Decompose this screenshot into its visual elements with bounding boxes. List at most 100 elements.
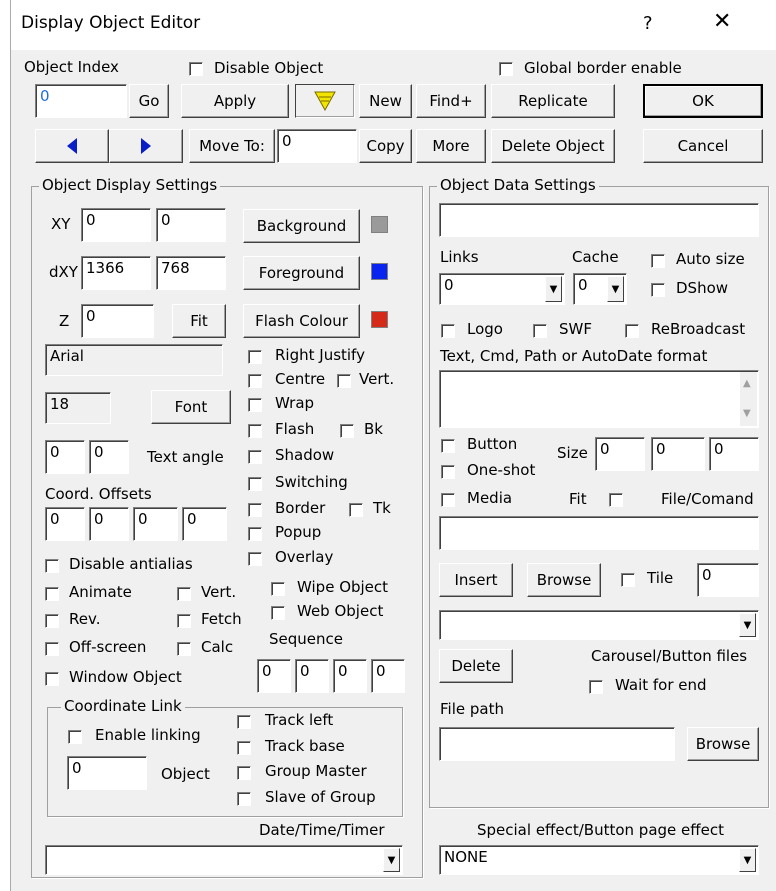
size-3-input[interactable]: 0	[709, 437, 759, 471]
dshow-checkbox[interactable]	[651, 283, 665, 297]
offset-1-input[interactable]: 0	[45, 507, 85, 541]
z-input[interactable]: 0	[81, 304, 154, 338]
overlay-checkbox[interactable]	[248, 552, 262, 566]
swf-checkbox[interactable]	[533, 324, 547, 338]
global-border-checkbox[interactable]	[499, 62, 513, 76]
flash-checkbox[interactable]	[248, 424, 262, 438]
tk-checkbox[interactable]	[349, 503, 363, 517]
sequence-4-input[interactable]: 0	[371, 659, 405, 693]
help-button[interactable]: ?	[643, 13, 653, 34]
track-left-checkbox[interactable]	[237, 715, 251, 729]
text-format-scrollbar[interactable]: ▲ ▼	[740, 372, 757, 426]
flash-colour-button[interactable]: Flash Colour	[243, 304, 360, 338]
sequence-3-input[interactable]: 0	[333, 659, 367, 693]
bk-checkbox[interactable]	[340, 424, 354, 438]
offset-3-input[interactable]: 0	[133, 507, 178, 541]
move-to-button[interactable]: Move To:	[189, 129, 275, 163]
size-1-input[interactable]: 0	[595, 437, 645, 471]
object-index-input[interactable]: 0	[35, 84, 127, 118]
global-border-label: Global border enable	[524, 59, 682, 77]
y-input[interactable]: 0	[156, 208, 226, 242]
sequence-2-input[interactable]: 0	[295, 659, 329, 693]
ok-button[interactable]: OK	[643, 84, 763, 118]
link-object-input[interactable]: 0	[67, 756, 147, 790]
track-base-checkbox[interactable]	[237, 741, 251, 755]
offset-4-input[interactable]: 0	[182, 507, 227, 541]
popup-checkbox[interactable]	[248, 527, 262, 541]
size-2-input[interactable]: 0	[651, 437, 705, 471]
carousel-files-select[interactable]: ▼	[439, 610, 759, 640]
shadow-checkbox[interactable]	[248, 450, 262, 464]
x-input[interactable]: 0	[81, 208, 151, 242]
animate-checkbox[interactable]	[45, 587, 59, 601]
vert2-checkbox[interactable]	[177, 587, 191, 601]
tile-checkbox[interactable]	[621, 573, 635, 587]
dy-input[interactable]: 768	[156, 256, 226, 290]
right-justify-checkbox[interactable]	[248, 350, 262, 364]
angle-b-input[interactable]: 0	[89, 440, 129, 474]
data-top-input[interactable]	[439, 203, 759, 237]
go-button[interactable]: Go	[129, 84, 169, 118]
file-path-browse-button[interactable]: Browse	[687, 727, 759, 761]
tile-input[interactable]: 0	[697, 563, 759, 597]
insert-button[interactable]: Insert	[439, 563, 513, 597]
logo-checkbox[interactable]	[441, 324, 455, 338]
enable-linking-checkbox[interactable]	[68, 730, 82, 744]
cache-select[interactable]: 0 ▼	[573, 273, 627, 305]
special-effect-select[interactable]: NONE ▼	[439, 845, 759, 875]
more-button[interactable]: More	[416, 129, 486, 163]
find-button[interactable]: Find+	[416, 84, 486, 118]
vert-checkbox[interactable]	[337, 374, 351, 388]
web-object-checkbox[interactable]	[271, 606, 285, 620]
flash-color-swatch	[371, 311, 388, 328]
media-checkbox[interactable]	[441, 493, 455, 507]
wrap-checkbox[interactable]	[248, 398, 262, 412]
rev-checkbox[interactable]	[45, 614, 59, 628]
previous-button[interactable]	[35, 129, 109, 163]
fit-checkbox[interactable]	[609, 493, 623, 507]
wait-for-end-checkbox[interactable]	[589, 680, 603, 694]
links-select[interactable]: 0 ▼	[439, 273, 565, 305]
delete-object-button[interactable]: Delete Object	[491, 129, 615, 163]
wipe-object-checkbox[interactable]	[271, 582, 285, 596]
auto-size-checkbox[interactable]	[651, 254, 665, 268]
button-checkbox[interactable]	[441, 439, 455, 453]
slave-of-group-checkbox[interactable]	[237, 792, 251, 806]
one-shot-checkbox[interactable]	[441, 465, 455, 479]
rebroadcast-checkbox[interactable]	[625, 324, 639, 338]
fit-button[interactable]: Fit	[172, 304, 226, 338]
disable-antialias-checkbox[interactable]	[45, 559, 59, 573]
file-command-input[interactable]	[439, 516, 759, 550]
cancel-button[interactable]: Cancel	[643, 129, 763, 163]
replicate-button[interactable]: Replicate	[491, 84, 615, 118]
file-path-input[interactable]	[439, 727, 675, 761]
background-button[interactable]: Background	[243, 209, 360, 243]
switching-checkbox[interactable]	[248, 477, 262, 491]
move-to-input[interactable]: 0	[277, 129, 357, 163]
apply-button[interactable]: Apply	[181, 84, 289, 118]
copy-button[interactable]: Copy	[359, 129, 412, 163]
group-master-checkbox[interactable]	[237, 766, 251, 780]
new-button[interactable]: New	[359, 84, 412, 118]
border-checkbox[interactable]	[248, 503, 262, 517]
foreground-button[interactable]: Foreground	[243, 256, 360, 290]
next-button[interactable]	[109, 129, 183, 163]
fetch-checkbox[interactable]	[177, 614, 191, 628]
filter-button[interactable]	[295, 84, 355, 118]
window-object-checkbox[interactable]	[45, 672, 59, 686]
sequence-1-input[interactable]: 0	[257, 659, 291, 693]
dx-input[interactable]: 1366	[81, 256, 151, 290]
centre-checkbox[interactable]	[248, 374, 262, 388]
off-screen-checkbox[interactable]	[45, 642, 59, 656]
font-button[interactable]: Font	[151, 390, 231, 424]
close-icon[interactable]: ✕	[713, 9, 731, 34]
angle-a-input[interactable]: 0	[45, 440, 85, 474]
disable-object-checkbox[interactable]	[189, 62, 203, 76]
track-base-label: Track base	[265, 737, 345, 755]
delete-button[interactable]: Delete	[439, 649, 513, 683]
offset-2-input[interactable]: 0	[89, 507, 129, 541]
text-format-textarea[interactable]: ▲ ▼	[439, 370, 759, 428]
browse-button[interactable]: Browse	[527, 563, 601, 597]
date-time-timer-select[interactable]: ▼	[45, 845, 403, 875]
calc-checkbox[interactable]	[177, 642, 191, 656]
